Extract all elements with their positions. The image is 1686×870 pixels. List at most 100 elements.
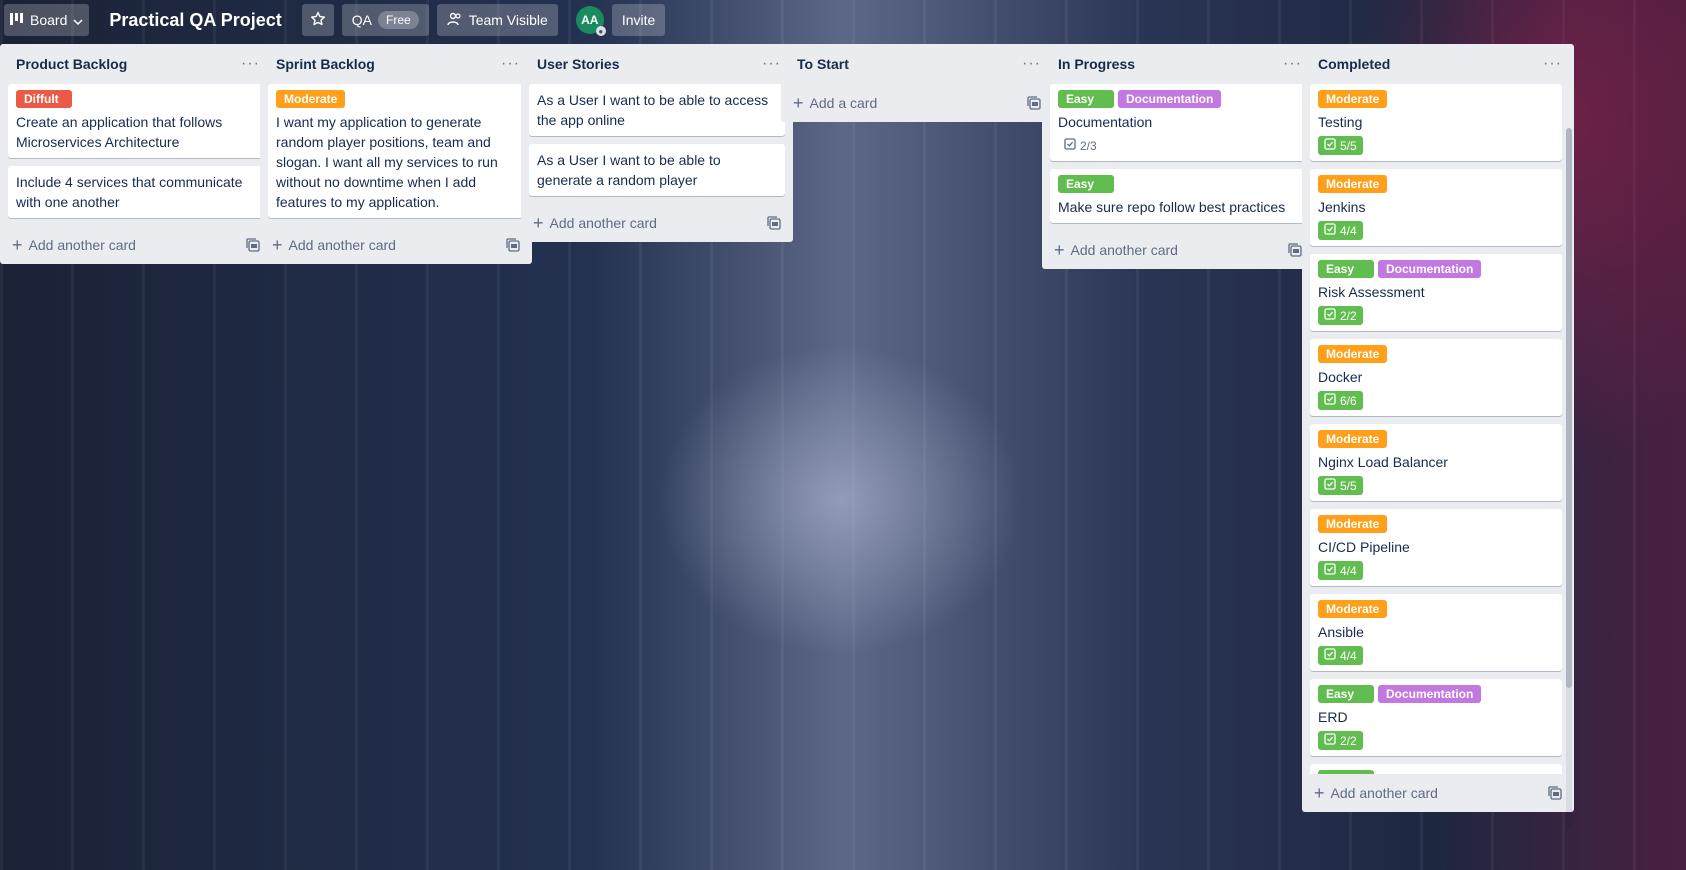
list-title[interactable]: Product Backlog (16, 56, 127, 72)
board-view-switcher[interactable]: Board (4, 4, 90, 36)
card-template-icon[interactable] (1548, 786, 1562, 800)
visibility-button[interactable]: Team Visible (436, 4, 558, 36)
card[interactable]: Moderate Ansible 4/4 (1310, 594, 1562, 671)
card-label[interactable]: Documentation (1118, 90, 1222, 108)
card-badges: 4/4 (1318, 221, 1554, 240)
card[interactable]: Moderate Jenkins 4/4 (1310, 169, 1562, 246)
list-footer: + Add another card (268, 226, 524, 264)
list-menu-icon[interactable]: ··· (1543, 55, 1562, 73)
avatar[interactable]: AA ● (575, 6, 606, 36)
team-button[interactable]: QA Free (341, 4, 429, 36)
scrollbar-thumb[interactable] (1566, 128, 1572, 688)
checklist-icon (1324, 733, 1336, 748)
card-label[interactable]: Easy (1318, 685, 1374, 703)
card[interactable]: Moderate Docker 6/6 (1310, 339, 1562, 416)
card-label[interactable]: Moderate (1318, 90, 1388, 108)
card[interactable]: Easy Documentation Documentation 2/3 (1050, 84, 1306, 161)
card-title: Testing (1318, 114, 1363, 130)
add-card-label: Add another card (1330, 785, 1438, 801)
list-menu-icon[interactable]: ··· (501, 55, 520, 73)
card[interactable]: Moderate Nginx Load Balancer 5/5 (1310, 424, 1562, 501)
list-title[interactable]: To Start (797, 56, 849, 72)
invite-button[interactable]: Invite (611, 4, 666, 36)
card-labels: Diffult (16, 90, 256, 108)
list-header[interactable]: To Start ··· (789, 44, 1045, 84)
card-title: Documentation (1058, 114, 1153, 130)
card-template-icon[interactable] (1027, 96, 1041, 110)
checklist-icon (1324, 478, 1336, 493)
card-template-icon[interactable] (767, 216, 781, 230)
list-menu-icon[interactable]: ··· (241, 55, 260, 73)
card-label[interactable]: Easy (1318, 260, 1374, 278)
add-card-button[interactable]: + Add a card (793, 94, 877, 112)
checklist-count: 5/5 (1340, 478, 1357, 493)
card-title: Risk Assessment (1318, 284, 1425, 300)
card-label[interactable]: Documentation (1378, 685, 1482, 703)
add-card-label: Add another card (549, 215, 657, 231)
card-template-icon[interactable] (1288, 243, 1302, 257)
list: To Start ··· + Add a card (781, 44, 1053, 122)
card[interactable]: Diffult Create an application that follow… (8, 84, 264, 158)
add-card-button[interactable]: + Add another card (533, 214, 657, 232)
card[interactable]: As a User I want to be able to access th… (529, 84, 785, 136)
list-menu-icon[interactable]: ··· (1283, 55, 1302, 73)
list-header[interactable]: In Progress ··· (1050, 44, 1306, 84)
card-template-icon[interactable] (246, 238, 260, 252)
board-header: Board Practical QA Project QA Free Team … (0, 0, 1686, 40)
card-label[interactable]: Easy (1058, 175, 1114, 193)
list-cards: Moderate Testing 5/5 Moderate Jenkins 4/4 Easy… (1310, 84, 1566, 774)
plan-badge: Free (378, 11, 419, 29)
plus-icon: + (272, 235, 283, 255)
list-title[interactable]: In Progress (1058, 56, 1135, 72)
card-badges: 4/4 (1318, 646, 1554, 665)
card-labels: Moderate (1318, 175, 1554, 193)
card-labels: Moderate (1318, 90, 1554, 108)
list-title[interactable]: Completed (1318, 56, 1390, 72)
checklist-count: 4/4 (1340, 223, 1357, 238)
card-title: Jenkins (1318, 199, 1366, 215)
add-card-label: Add another card (1070, 242, 1178, 258)
add-card-button[interactable]: + Add another card (1314, 784, 1438, 802)
list: Completed ··· Moderate Testing 5/5 Moderate Je… (1302, 44, 1574, 828)
card[interactable]: Easy Documentation Risk Assessment 2/2 (1310, 254, 1562, 331)
card-label[interactable]: Moderate (1318, 515, 1388, 533)
card-labels: Moderate (276, 90, 516, 108)
list-scrollbar[interactable] (1566, 128, 1572, 828)
list-menu-icon[interactable]: ··· (762, 55, 781, 73)
list-header[interactable]: Product Backlog ··· (8, 44, 264, 84)
add-card-button[interactable]: + Add another card (1054, 241, 1178, 259)
card[interactable]: Include 4 services that communicate with… (8, 166, 264, 218)
list-menu-icon[interactable]: ··· (1022, 55, 1041, 73)
board-title[interactable]: Practical QA Project (97, 10, 293, 31)
card[interactable]: As a User I want to be able to generate … (529, 144, 785, 196)
card[interactable]: Moderate Testing 5/5 (1310, 84, 1562, 161)
card[interactable]: EasyFront end design (1310, 764, 1562, 774)
card-label[interactable]: Moderate (1318, 345, 1388, 363)
card-label[interactable]: Easy (1318, 770, 1374, 774)
card-label[interactable]: Moderate (1318, 430, 1388, 448)
list-title[interactable]: Sprint Backlog (276, 56, 375, 72)
card-label[interactable]: Diffult (16, 90, 72, 108)
card-label[interactable]: Moderate (1318, 600, 1388, 618)
card-label[interactable]: Documentation (1378, 260, 1482, 278)
checklist-icon (1324, 308, 1336, 323)
card[interactable]: Easy Make sure repo follow best practices (1050, 169, 1306, 223)
card[interactable]: Moderate CI/CD Pipeline 4/4 (1310, 509, 1562, 586)
card[interactable]: Easy Documentation ERD 2/2 (1310, 679, 1562, 756)
card-label[interactable]: Moderate (276, 90, 346, 108)
add-card-button[interactable]: + Add another card (272, 236, 396, 254)
list-title[interactable]: User Stories (537, 56, 619, 72)
card-label[interactable]: Moderate (1318, 175, 1388, 193)
card-badges: 5/5 (1318, 476, 1554, 495)
card[interactable]: Moderate I want my application to generat… (268, 84, 524, 218)
card-template-icon[interactable] (506, 238, 520, 252)
add-card-button[interactable]: + Add another card (12, 236, 136, 254)
list-header[interactable]: Completed ··· (1310, 44, 1566, 84)
plus-icon: + (1314, 783, 1325, 803)
list-header[interactable]: User Stories ··· (529, 44, 785, 84)
checklist-badge: 4/4 (1318, 561, 1363, 580)
star-board-button[interactable] (301, 4, 334, 36)
card-label[interactable]: Easy (1058, 90, 1114, 108)
card-title: ERD (1318, 709, 1348, 725)
list-header[interactable]: Sprint Backlog ··· (268, 44, 524, 84)
